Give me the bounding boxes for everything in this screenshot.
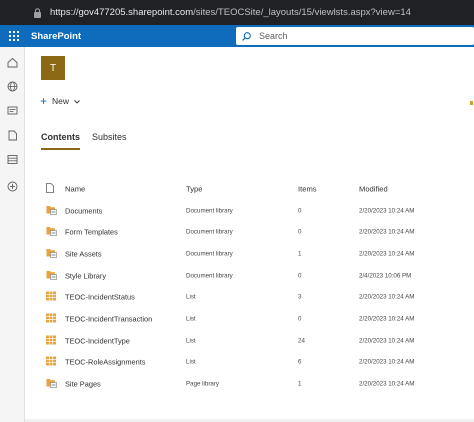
row-items: 0 — [298, 207, 302, 215]
table-row[interactable]: TEOC-IncidentStatus List 3 2/20/2023 10:24 … — [41, 286, 461, 308]
row-type: List — [186, 315, 196, 323]
table-row[interactable]: Site Pages Page library 1 2/20/2023 10:24 A… — [41, 373, 461, 395]
row-items: 3 — [298, 293, 302, 301]
table-header: Name Type Items Modified — [41, 178, 461, 200]
row-type: Document library — [186, 250, 233, 258]
row-items: 0 — [298, 315, 302, 323]
new-button[interactable]: + New — [40, 94, 80, 108]
column-header-name[interactable]: Name — [65, 184, 85, 193]
row-modified: 2/20/2023 10:24 AM — [359, 337, 415, 345]
left-rail — [0, 47, 25, 422]
table-row[interactable]: TEOC-IncidentType List 24 2/20/2023 10:24 A… — [41, 330, 461, 352]
row-name[interactable]: Site Pages — [65, 380, 101, 389]
row-name[interactable]: Form Templates — [65, 228, 118, 237]
row-modified: 2/20/2023 10:24 AM — [359, 250, 415, 258]
row-modified: 2/20/2023 10:24 AM — [359, 380, 415, 388]
row-name[interactable]: Site Assets — [65, 249, 102, 258]
browser-address-bar[interactable]: https://gov477205.sharepoint.com /sites/… — [0, 0, 474, 25]
app-title[interactable]: SharePoint — [31, 31, 81, 42]
table-row[interactable]: TEOC-RoleAssignments List 6 2/20/2023 10:24… — [41, 352, 461, 374]
files-icon[interactable] — [6, 129, 19, 142]
column-header-modified[interactable]: Modified — [359, 184, 388, 193]
table-row[interactable]: Style Library Document library 0 2/4/2023 1… — [41, 265, 461, 287]
table-row[interactable]: TEOC-IncidentTransaction List 0 2/20/2023 1… — [41, 308, 461, 330]
row-type: Document library — [186, 207, 233, 215]
row-type: List — [186, 337, 196, 345]
row-name[interactable]: TEOC-IncidentTransaction — [65, 314, 152, 323]
row-modified: 2/20/2023 10:24 AM — [359, 293, 415, 301]
list-icon — [46, 313, 56, 324]
site-logo[interactable]: T — [41, 56, 65, 80]
column-header-type[interactable]: Type — [186, 184, 202, 193]
app-launcher-icon[interactable] — [0, 25, 28, 47]
overflow-indicator — [470, 100, 473, 106]
row-type: List — [186, 293, 196, 301]
new-button-label: New — [52, 96, 70, 106]
row-items: 24 — [298, 337, 305, 345]
tab-subsites[interactable]: Subsites — [92, 132, 127, 148]
library-icon — [46, 378, 57, 390]
row-name[interactable]: Style Library — [65, 271, 106, 280]
lists-icon[interactable] — [6, 153, 19, 166]
library-icon — [46, 248, 57, 260]
search-icon — [242, 31, 251, 41]
search-box[interactable]: Search — [236, 27, 474, 45]
plus-icon: + — [40, 94, 48, 108]
row-modified: 2/20/2023 10:24 AM — [359, 228, 415, 236]
row-modified: 2/20/2023 10:24 AM — [359, 207, 415, 215]
library-icon — [46, 205, 57, 217]
row-items: 1 — [298, 380, 302, 388]
chevron-down-icon — [74, 96, 80, 106]
row-items: 6 — [298, 358, 302, 366]
row-items: 1 — [298, 250, 302, 258]
row-modified: 2/20/2023 10:24 AM — [359, 315, 415, 323]
site-contents-table: Name Type Items Modified Documents Docume… — [41, 178, 461, 395]
row-modified: 2/20/2023 10:24 AM — [359, 358, 415, 366]
row-name[interactable]: TEOC-IncidentType — [65, 336, 130, 345]
row-name[interactable]: TEOC-RoleAssignments — [65, 358, 146, 367]
row-type: Document library — [186, 228, 233, 236]
row-type: Page library — [186, 380, 220, 388]
create-icon[interactable] — [6, 180, 19, 193]
lock-icon — [33, 7, 42, 18]
globe-icon[interactable] — [6, 80, 19, 93]
list-icon — [46, 335, 56, 346]
library-icon — [46, 226, 57, 238]
tab-contents[interactable]: Contents — [41, 132, 80, 150]
table-row[interactable]: Site Assets Document library 1 2/20/2023 10… — [41, 243, 461, 265]
row-name[interactable]: TEOC-IncidentStatus — [65, 293, 135, 302]
row-items: 0 — [298, 228, 302, 236]
row-type: List — [186, 358, 196, 366]
list-icon — [46, 356, 56, 368]
content-tabs: Contents Subsites — [41, 132, 139, 150]
row-type: Document library — [186, 272, 233, 280]
table-row[interactable]: Form Templates Document library 0 2/20/2023… — [41, 221, 461, 243]
home-icon[interactable] — [6, 56, 19, 69]
file-type-header-icon[interactable] — [46, 182, 54, 195]
url-host: https://gov477205.sharepoint.com — [50, 7, 194, 18]
row-modified: 2/4/2023 10:06 PM — [359, 272, 412, 280]
table-row[interactable]: Documents Document library 0 2/20/2023 10:2… — [41, 200, 461, 222]
row-items: 0 — [298, 272, 302, 280]
list-icon — [46, 291, 56, 303]
news-icon[interactable] — [6, 104, 19, 117]
url-path: /sites/TEOCSite/_layouts/15/viewlsts.asp… — [193, 7, 411, 18]
library-icon — [46, 270, 57, 282]
search-placeholder: Search — [259, 31, 288, 41]
suite-bar: SharePoint Search — [0, 25, 474, 47]
row-name[interactable]: Documents — [65, 206, 102, 215]
column-header-items[interactable]: Items — [298, 184, 317, 193]
